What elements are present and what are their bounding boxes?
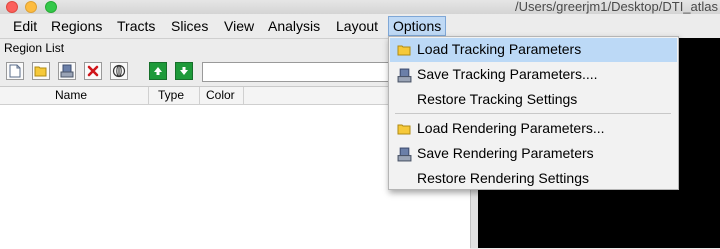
delete-icon (87, 65, 99, 77)
move-down-button[interactable] (175, 62, 193, 80)
column-divider (199, 87, 200, 104)
save-icon (396, 146, 412, 162)
menu-tracts[interactable]: Tracts (114, 17, 158, 35)
save-icon (396, 67, 412, 83)
column-divider (243, 87, 244, 104)
menu-item-load-tracking-parameters[interactable]: Load Tracking Parameters (390, 38, 677, 62)
menu-layout[interactable]: Layout (333, 17, 381, 35)
minimize-window-button[interactable] (25, 1, 37, 13)
menu-item-save-rendering-parameters[interactable]: Save Rendering Parameters (390, 142, 677, 166)
zoom-window-button[interactable] (45, 1, 57, 13)
folder-icon (396, 42, 412, 58)
delete-region-button[interactable] (84, 62, 102, 80)
open-folder-icon (34, 66, 47, 77)
column-type[interactable]: Type (158, 88, 184, 102)
menu-edit[interactable]: Edit (10, 17, 40, 35)
close-window-button[interactable] (6, 1, 18, 13)
options-menu: Load Tracking Parameters Save Tracking P… (388, 36, 679, 190)
menu-item-label: Restore Tracking Settings (417, 91, 578, 107)
sphere-icon (112, 64, 126, 78)
menu-item-label: Save Rendering Parameters (417, 145, 594, 161)
region-name-input[interactable] (202, 62, 402, 82)
title-bar: /Users/greerjm1/Desktop/DTI_atlas (0, 0, 720, 14)
menu-item-label: Restore Rendering Settings (417, 170, 589, 186)
move-up-icon (154, 67, 162, 75)
menu-item-load-rendering-parameters[interactable]: Load Rendering Parameters... (390, 117, 677, 141)
move-up-button[interactable] (149, 62, 167, 80)
menu-options[interactable]: Options (388, 16, 447, 36)
menu-item-label: Load Rendering Parameters... (417, 120, 605, 136)
new-file-icon (9, 64, 21, 78)
menu-item-restore-rendering-settings[interactable]: Restore Rendering Settings (390, 167, 677, 191)
menu-separator (395, 113, 671, 114)
sphere-region-button[interactable] (110, 62, 128, 80)
column-name[interactable]: Name (55, 88, 87, 102)
menu-item-label: Save Tracking Parameters.... (417, 66, 598, 82)
menu-view[interactable]: View (221, 17, 257, 35)
move-down-icon (180, 67, 188, 75)
menu-item-restore-tracking-settings[interactable]: Restore Tracking Settings (390, 88, 677, 112)
menu-item-label: Load Tracking Parameters (417, 41, 582, 57)
menu-analysis[interactable]: Analysis (265, 17, 323, 35)
window-title: /Users/greerjm1/Desktop/DTI_atlas (514, 0, 718, 14)
menu-regions[interactable]: Regions (48, 17, 105, 35)
folder-icon (396, 121, 412, 137)
region-list-title: Region List (4, 41, 65, 55)
open-region-button[interactable] (32, 62, 50, 80)
menu-item-save-tracking-parameters[interactable]: Save Tracking Parameters.... (390, 63, 677, 87)
save-region-button[interactable] (58, 62, 76, 80)
new-region-button[interactable] (6, 62, 24, 80)
column-divider (148, 87, 149, 104)
menu-slices[interactable]: Slices (168, 17, 211, 35)
column-color[interactable]: Color (206, 88, 235, 102)
save-icon (60, 64, 74, 78)
